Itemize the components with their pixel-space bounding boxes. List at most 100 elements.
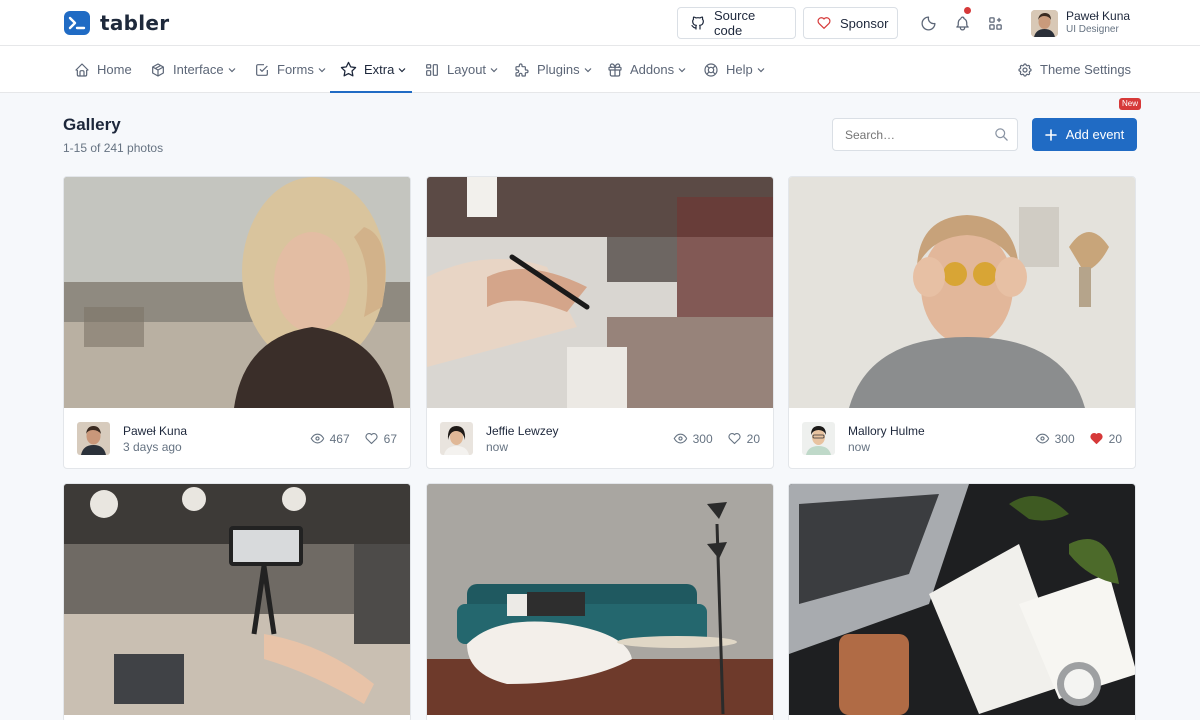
likes-value: 20 [746,431,760,446]
card-footer: Jeffie Lewzey now 300 20 [427,408,773,468]
like-button[interactable]: 20 [1089,431,1122,446]
nav-label-extra: Extra [364,62,395,77]
nav-item-interface[interactable]: Interface [150,46,236,93]
notifications-button[interactable] [952,7,972,33]
chevron-down-icon [398,66,406,74]
gallery-card[interactable]: Jeffie Lewzey now 300 20 [426,176,774,469]
nav-item-addons[interactable]: Addons [607,46,686,93]
chevron-down-icon [757,66,765,74]
post-time: now [848,439,871,454]
apps-icon[interactable] [985,13,1005,33]
nav-item-help[interactable]: Help [703,46,765,93]
brand[interactable]: tabler [64,11,169,35]
chevron-down-icon [678,66,686,74]
views-value: 300 [1054,431,1075,446]
eye-icon [310,431,325,446]
nav-item-theme-settings[interactable]: Theme Settings [1017,46,1131,93]
photo-drawing-desk[interactable] [427,177,773,408]
nav-label-addons: Addons [630,62,675,77]
like-button[interactable]: 67 [364,431,397,446]
photo-sofa-living-room[interactable] [427,484,773,715]
views-value: 467 [329,431,350,446]
author-name: Paweł Kuna [123,423,188,438]
heart-filled-icon [1089,431,1104,446]
heart-icon [727,431,742,446]
eye-icon [673,431,688,446]
nav-label-home: Home [97,62,132,77]
gallery-card[interactable]: Mallory Hulme now 300 20 [788,176,1136,469]
gallery-card[interactable]: Paweł Kuna 3 days ago 467 67 [63,176,411,469]
source-code-button[interactable]: Source code [677,7,796,39]
gallery-card[interactable] [788,483,1136,720]
checkbox-icon [254,62,270,78]
chevron-down-icon [490,66,498,74]
gallery-card[interactable] [63,483,411,720]
views-count: 467 [310,431,350,446]
nav-item-forms[interactable]: Forms [254,46,326,93]
user-name: Paweł Kuna [1066,9,1131,23]
search-input[interactable] [832,118,1018,151]
sponsor-button[interactable]: Sponsor [803,7,898,39]
author-avatar [440,422,473,455]
post-time: 3 days ago [123,439,182,454]
chevron-down-icon [584,66,592,74]
views-count: 300 [1035,431,1075,446]
nav-label-interface: Interface [173,62,224,77]
photo-phone-tripod[interactable] [64,484,410,715]
brand-logo-icon [64,11,90,35]
notification-dot [964,7,971,14]
heart-icon [364,431,379,446]
page-subtitle: 1-15 of 241 photos [63,141,164,155]
nav-item-extra[interactable]: Extra [340,46,406,93]
home-icon [74,62,90,78]
likes-value: 20 [1108,431,1122,446]
nav-label-theme-settings: Theme Settings [1040,62,1132,77]
nav-item-layout[interactable]: Layout [424,46,498,93]
lifebuoy-icon [703,62,719,78]
package-icon [150,62,166,78]
chevron-down-icon [318,66,326,74]
plus-icon [1044,128,1057,141]
photo-woman-coins[interactable] [789,177,1135,408]
gift-icon [607,62,623,78]
bell-icon [954,15,971,32]
page-title: Gallery [63,115,121,134]
add-event-button[interactable]: Add event [1032,118,1137,151]
source-code-label: Source code [714,8,756,38]
add-event-label: Add event [1065,127,1125,142]
card-footer: Mallory Hulme now 300 20 [789,408,1135,468]
moon-icon[interactable] [918,13,938,33]
github-icon [690,15,706,31]
search-icon [994,127,1009,142]
nav-item-home[interactable]: Home [74,46,132,93]
like-button[interactable]: 20 [727,431,760,446]
main-navbar: Home Interface Forms Extra Layout Plugin… [0,46,1200,110]
views-count: 300 [673,431,713,446]
sponsor-label: Sponsor [840,15,889,31]
likes-value: 67 [383,431,397,446]
new-badge: New [1119,98,1142,110]
star-icon [340,61,357,78]
author-name: Mallory Hulme [848,423,925,438]
nav-label-plugins: Plugins [537,62,580,77]
card-footer: Paweł Kuna 3 days ago 467 67 [64,408,410,468]
top-header: tabler Source code Sponsor Paweł Kuna UI… [0,0,1200,46]
gallery-card[interactable] [426,483,774,720]
heart-icon [816,15,832,31]
avatar [1031,9,1058,37]
brand-name: tabler [100,11,170,35]
author-avatar [802,422,835,455]
layout-icon [424,62,440,78]
author-avatar [77,422,110,455]
photo-woman-portrait[interactable] [64,177,410,408]
user-menu[interactable]: Paweł Kuna UI Designer [1031,9,1130,37]
nav-label-help: Help [726,62,753,77]
nav-label-forms: Forms [277,62,314,77]
author-name: Jeffie Lewzey [486,423,559,438]
user-role: UI Designer [1066,24,1119,35]
nav-item-plugins[interactable]: Plugins [514,46,592,93]
post-time: now [486,439,509,454]
eye-icon [1035,431,1050,446]
nav-label-layout: Layout [447,62,487,77]
photo-laptop-calendar[interactable] [789,484,1135,715]
